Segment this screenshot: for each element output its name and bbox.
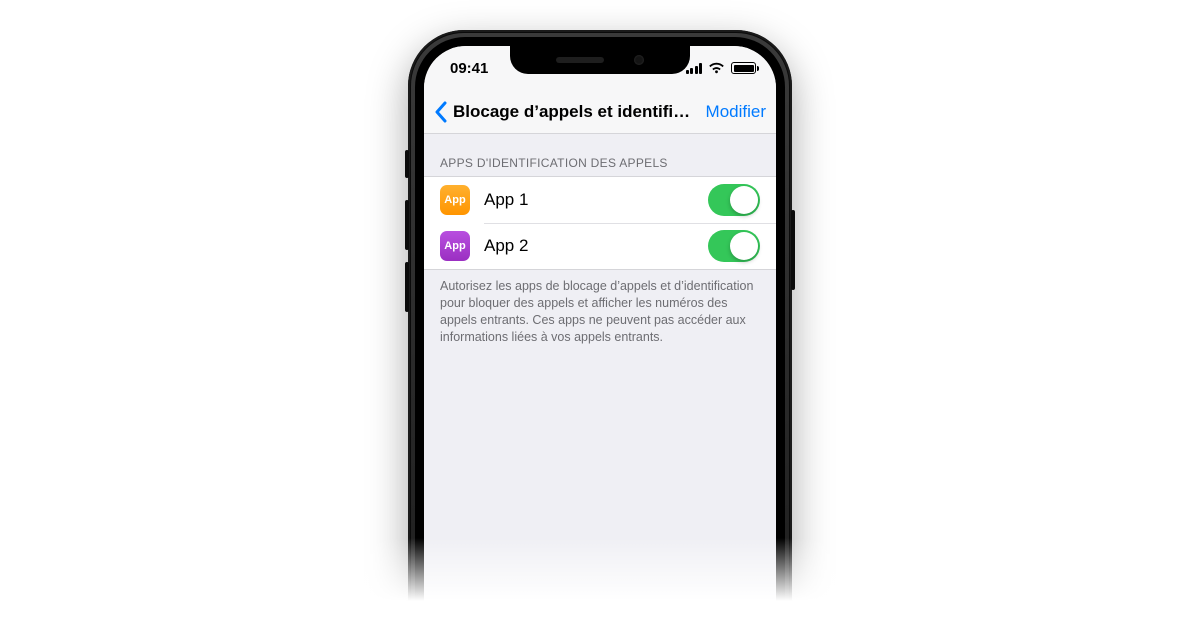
volume-down-button bbox=[405, 262, 409, 312]
caller-id-apps-list: App App 1 App App 2 bbox=[424, 176, 776, 270]
back-button[interactable] bbox=[434, 101, 447, 123]
front-camera bbox=[634, 55, 644, 65]
edit-button[interactable]: Modifier bbox=[706, 102, 766, 122]
notch bbox=[510, 46, 690, 74]
app-toggle-switch[interactable] bbox=[708, 184, 760, 216]
app-icon: App bbox=[440, 231, 470, 261]
volume-up-button bbox=[405, 200, 409, 250]
app-icon: App bbox=[440, 185, 470, 215]
app-name-label: App 2 bbox=[484, 236, 694, 256]
mute-switch bbox=[405, 150, 409, 178]
page-title: Blocage d’appels et identific… bbox=[453, 102, 700, 122]
app-toggle-switch[interactable] bbox=[708, 230, 760, 262]
section-header: APPS D'IDENTIFICATION DES APPELS bbox=[424, 134, 776, 176]
status-time: 09:41 bbox=[450, 60, 488, 77]
power-button bbox=[791, 210, 795, 290]
phone-screen: 09:41 bbox=[424, 46, 776, 628]
navigation-bar: Blocage d’appels et identific… Modifier bbox=[424, 90, 776, 134]
phone-device-frame: 09:41 bbox=[408, 30, 792, 628]
battery-icon bbox=[731, 62, 756, 74]
list-item: App App 2 bbox=[424, 223, 776, 269]
wifi-icon bbox=[708, 62, 725, 74]
list-item: App App 1 bbox=[424, 177, 776, 223]
app-name-label: App 1 bbox=[484, 190, 694, 210]
section-footer-note: Autorisez les apps de blocage d’appels e… bbox=[424, 270, 776, 346]
earpiece-speaker bbox=[556, 57, 604, 63]
